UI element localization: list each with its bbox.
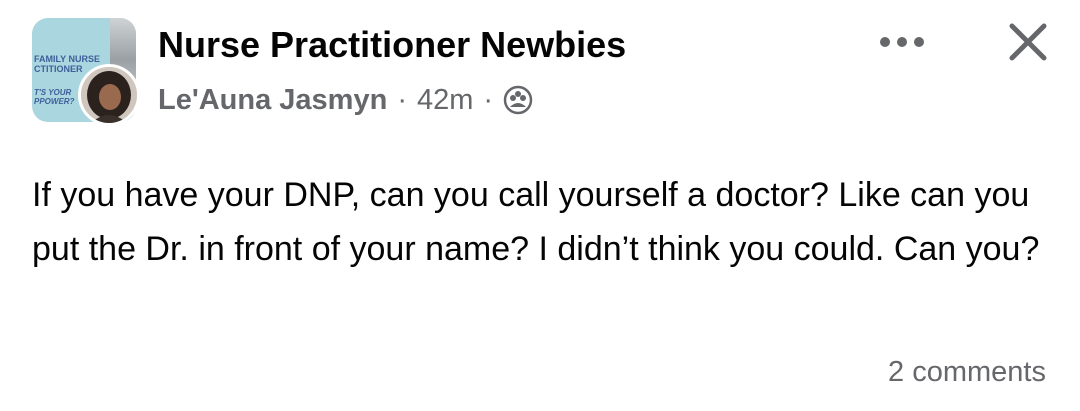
meta-separator-2: · — [483, 84, 494, 116]
post-card: FAMILY NURSE CTITIONER T'S YOUR PPOWER? … — [0, 0, 1080, 411]
group-avatar-text-4: PPOWER? — [34, 97, 75, 106]
post-body-text: If you have your DNP, can you call yours… — [32, 176, 1040, 268]
close-button[interactable] — [1000, 16, 1056, 68]
author-photo — [81, 67, 137, 123]
more-options-button[interactable] — [874, 24, 930, 60]
author-avatar[interactable] — [78, 64, 140, 126]
group-avatar-text-1: FAMILY NURSE — [34, 54, 101, 64]
group-name[interactable]: Nurse Practitioner Newbies — [158, 22, 626, 68]
author-name[interactable]: Le'Auna Jasmyn — [158, 80, 387, 120]
close-icon — [1009, 23, 1047, 61]
group-audience-icon — [503, 85, 533, 115]
comments-count-link[interactable]: 2 comments — [888, 352, 1046, 392]
group-avatar-text-2: CTITIONER — [34, 64, 83, 74]
meta-separator: · — [397, 84, 407, 116]
more-options-icon — [880, 37, 924, 47]
post-time[interactable]: 42m — [417, 80, 473, 120]
post-meta: Le'Auna Jasmyn · 42m · — [158, 80, 533, 120]
